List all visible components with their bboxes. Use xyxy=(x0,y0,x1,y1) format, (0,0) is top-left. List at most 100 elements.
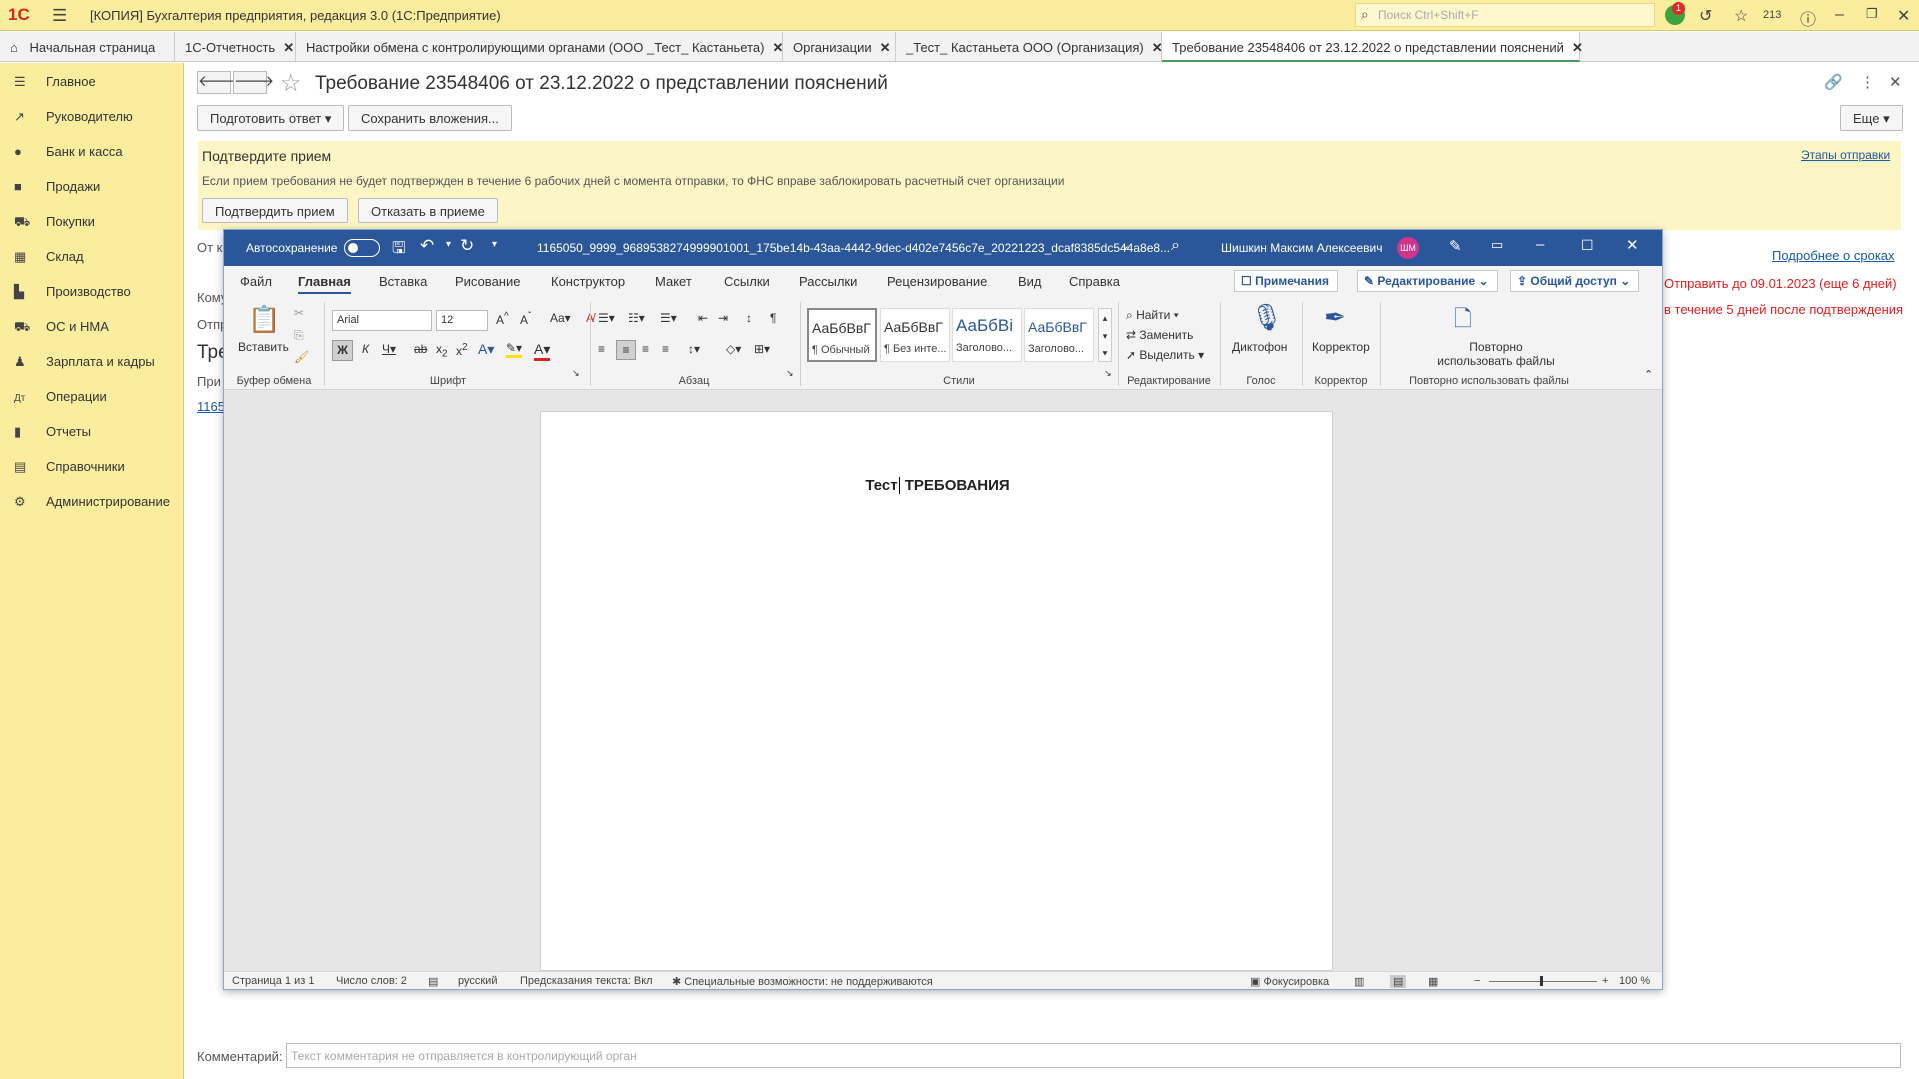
chevron-down-icon[interactable]: ⌄ xyxy=(1121,239,1130,252)
close-icon[interactable]: ✕ xyxy=(1626,236,1639,254)
reuse-files-button[interactable]: Повторно использовать файлы xyxy=(1436,340,1556,368)
status-text-predictions[interactable]: Предсказания текста: Вкл xyxy=(520,975,653,987)
style-heading1[interactable]: АаБбВі Заголово... xyxy=(952,308,1022,362)
style-no-spacing[interactable]: АаБбВвГ ¶ Без инте... xyxy=(880,308,950,362)
align-left-icon[interactable]: ≡ xyxy=(598,342,605,356)
ribbon-tab-references[interactable]: Ссылки xyxy=(724,274,770,289)
comment-input[interactable]: Текст комментария не отправляется в конт… xyxy=(286,1043,1901,1068)
ribbon-tab-insert[interactable]: Вставка xyxy=(379,274,427,289)
pen-icon[interactable]: ✎ xyxy=(1449,237,1462,255)
share-button[interactable]: ⇪ Общий доступ ⌄ xyxy=(1510,270,1640,292)
proofing-icon[interactable]: ▤ xyxy=(428,975,438,988)
status-words[interactable]: Число слов: 2 xyxy=(336,975,407,987)
web-layout-icon[interactable]: ▦ xyxy=(1428,975,1438,988)
select-button[interactable]: ➚ Выделить ▾ xyxy=(1126,348,1204,362)
editor-pen-icon[interactable]: ✒ xyxy=(1324,302,1346,333)
deadline-link[interactable]: Подробнее о сроках xyxy=(1772,248,1895,263)
sidebar-item-production[interactable]: ▙ Производство xyxy=(14,284,131,300)
find-button[interactable]: ⌕ Найти ▾ xyxy=(1126,308,1179,323)
sidebar-item-admin[interactable]: ⚙ Администрирование xyxy=(14,494,170,510)
dictation-button[interactable]: Диктофон xyxy=(1232,340,1287,354)
bold-icon[interactable]: Ж xyxy=(332,340,353,361)
grow-font-icon[interactable]: A^ xyxy=(496,311,509,327)
increase-indent-icon[interactable]: ⇥ xyxy=(718,311,728,325)
line-spacing-icon[interactable]: ↕▾ xyxy=(688,342,700,356)
sidebar-item-reports[interactable]: ▮ Отчеты xyxy=(14,424,91,440)
ribbon-tab-file[interactable]: Файл xyxy=(240,274,272,289)
superscript-icon[interactable]: x2 xyxy=(456,342,468,358)
font-color-icon[interactable]: A▾ xyxy=(534,341,551,361)
forward-button[interactable]: 🡒 xyxy=(233,71,274,94)
tab-reporting[interactable]: 1С-Отчетность ✕ xyxy=(175,32,296,62)
zoom-out-icon[interactable]: − xyxy=(1474,975,1480,987)
confirm-receipt-button[interactable]: Подтвердить прием xyxy=(202,198,348,223)
borders-icon[interactable]: ⊞▾ xyxy=(754,342,770,356)
collapse-ribbon-icon[interactable]: ⌃ xyxy=(1644,368,1653,381)
sidebar-item-sales[interactable]: ■ Продажи xyxy=(14,179,100,194)
global-search-input[interactable]: ⌕ Поиск Ctrl+Shift+F xyxy=(1355,3,1655,27)
favorite-star-icon[interactable]: ☆ xyxy=(280,69,302,98)
link-icon[interactable]: 🔗 xyxy=(1824,73,1843,91)
tab-home[interactable]: ⌂ Начальная страница xyxy=(0,32,175,62)
paste-label[interactable]: Вставить xyxy=(238,340,289,354)
sort-icon[interactable]: ↕ xyxy=(746,311,752,325)
ribbon-tab-home[interactable]: Главная xyxy=(298,274,351,294)
close-tab-icon[interactable]: ✕ xyxy=(1152,40,1163,55)
document-body-text[interactable]: Тест ТРЕБОВАНИЯ xyxy=(541,477,1334,494)
redo-icon[interactable]: ↻ xyxy=(460,236,474,256)
style-heading2[interactable]: АаБбВвГ Заголово... xyxy=(1024,308,1094,362)
zoom-level[interactable]: 100 % xyxy=(1619,975,1650,987)
microphone-icon[interactable]: 🎙 xyxy=(1250,302,1283,333)
editor-button[interactable]: Корректор xyxy=(1312,340,1370,354)
show-marks-icon[interactable]: ¶ xyxy=(770,311,776,325)
history-icon[interactable]: ↺ xyxy=(1699,6,1712,26)
reject-receipt-button[interactable]: Отказать в приеме xyxy=(358,198,498,223)
close-tab-icon[interactable]: ✕ xyxy=(283,40,294,55)
tab-requirement[interactable]: Требование 23548406 от 23.12.2022 о пред… xyxy=(1162,32,1583,62)
comments-button[interactable]: ☐ Примечания xyxy=(1234,270,1338,292)
paste-icon[interactable]: 📋 xyxy=(248,304,280,335)
ribbon-tab-design[interactable]: Конструктор xyxy=(551,274,625,289)
shrink-font-icon[interactable]: Aˇ xyxy=(520,311,531,327)
minimize-icon[interactable]: ‒ xyxy=(1536,236,1544,253)
align-right-icon[interactable]: ≡ xyxy=(642,342,649,356)
user-avatar[interactable]: ШМ xyxy=(1397,237,1419,259)
ribbon-display-icon[interactable]: ▭ xyxy=(1491,237,1503,253)
print-layout-icon[interactable]: ▤ xyxy=(1390,975,1407,988)
ribbon-tab-review[interactable]: Рецензирование xyxy=(887,274,987,289)
font-size-combo[interactable]: 12 xyxy=(436,310,488,331)
status-accessibility[interactable]: ✱ Специальные возможности: не поддержива… xyxy=(672,975,933,988)
decrease-indent-icon[interactable]: ⇤ xyxy=(698,311,708,325)
sidebar-item-assets[interactable]: ⛟ ОС и НМА xyxy=(14,319,109,337)
style-normal[interactable]: АаБбВвГ ¶ Обычный xyxy=(807,308,877,362)
favorites-star-icon[interactable]: ☆ xyxy=(1734,6,1748,26)
subscript-icon[interactable]: x2 xyxy=(436,342,448,359)
close-tab-icon[interactable]: ✕ xyxy=(880,40,891,55)
ribbon-tab-mailings[interactable]: Рассылки xyxy=(799,274,857,289)
restore-icon[interactable]: ❐ xyxy=(1866,6,1878,22)
chevron-down-icon[interactable]: ▾ xyxy=(446,239,451,250)
format-painter-icon[interactable]: 🖌 xyxy=(294,350,309,364)
multilevel-list-icon[interactable]: ☰▾ xyxy=(660,311,677,325)
sidebar-item-salary[interactable]: ♟ Зарплата и кадры xyxy=(14,354,155,370)
editing-mode-button[interactable]: ✎ Редактирование ⌄ xyxy=(1357,270,1498,292)
font-name-combo[interactable]: Arial xyxy=(332,310,432,331)
ribbon-tab-help[interactable]: Справка xyxy=(1069,274,1120,289)
sidebar-item-bank[interactable]: ● Банк и касса xyxy=(14,144,123,159)
sidebar-item-warehouse[interactable]: ▦ Склад xyxy=(14,249,84,265)
qat-customize-icon[interactable]: ▾ xyxy=(492,239,497,250)
minimize-icon[interactable]: ‒ xyxy=(1835,6,1844,24)
tab-exchange-settings[interactable]: Настройки обмена с контролирующими орган… xyxy=(296,32,783,62)
status-language[interactable]: русский xyxy=(458,975,497,987)
shading-icon[interactable]: ◇▾ xyxy=(726,342,741,356)
undo-icon[interactable]: ↶ xyxy=(420,236,434,256)
back-button[interactable]: 🡐 xyxy=(197,71,238,94)
ribbon-tab-layout[interactable]: Макет xyxy=(655,274,692,289)
replace-button[interactable]: ⇄ Заменить xyxy=(1126,328,1193,342)
numbering-icon[interactable]: ☷▾ xyxy=(628,311,645,325)
close-tab-icon[interactable]: ✕ xyxy=(1572,40,1583,55)
sidebar-item-main[interactable]: ☰ Главное xyxy=(14,74,96,90)
sidebar-item-purchases[interactable]: ⛟ Покупки xyxy=(14,214,95,232)
zoom-slider[interactable] xyxy=(1489,981,1597,982)
stages-link[interactable]: Этапы отправки xyxy=(1801,148,1890,162)
